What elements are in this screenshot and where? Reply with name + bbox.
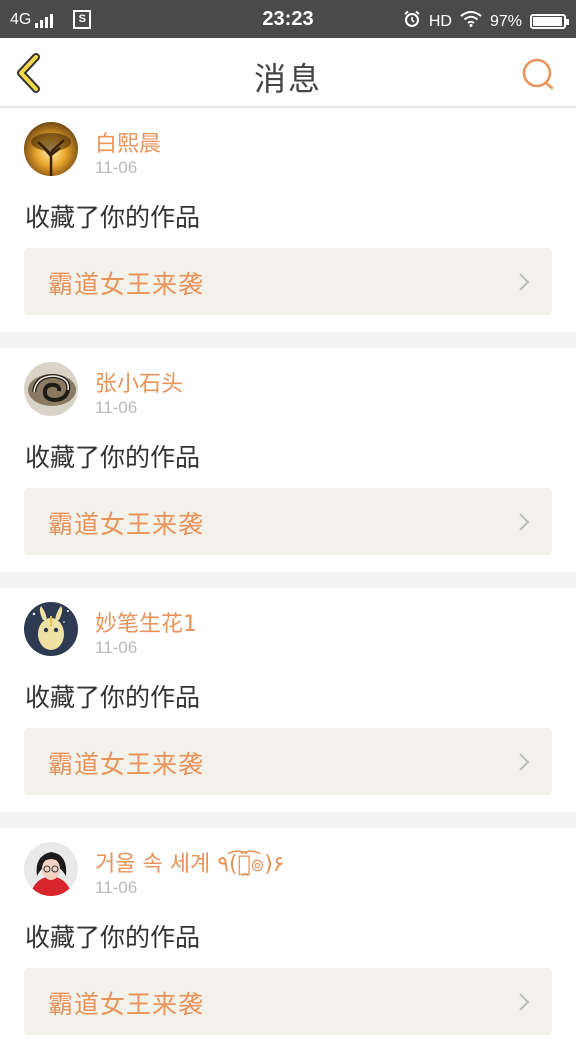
alarm-icon xyxy=(403,10,421,33)
work-link[interactable]: 霸道女王来袭 xyxy=(24,488,552,555)
chevron-right-icon xyxy=(519,273,530,291)
username[interactable]: 张小石头 xyxy=(95,366,183,398)
avatar[interactable] xyxy=(24,362,78,416)
chevron-right-icon xyxy=(519,993,530,1011)
message-list: 白熙晨 11-06 收藏了你的作品 霸道女王来袭 张小石头 11-06 收藏了你… xyxy=(0,108,576,1052)
avatar[interactable] xyxy=(24,122,78,176)
cartoon-avatar-icon xyxy=(24,602,78,656)
message-item[interactable]: 白熙晨 11-06 收藏了你的作品 霸道女王来袭 xyxy=(0,108,576,332)
work-title: 霸道女王来袭 xyxy=(48,990,205,1019)
status-right: HD 97% xyxy=(395,10,569,33)
battery-icon xyxy=(530,14,569,29)
divider xyxy=(0,332,576,348)
action-text: 收藏了你的作品 xyxy=(25,203,201,232)
girl-avatar-icon xyxy=(24,842,78,896)
message-date: 11-06 xyxy=(95,638,138,657)
page-title: 消息 xyxy=(253,60,322,98)
action-text: 收藏了你的作品 xyxy=(25,683,201,712)
divider xyxy=(0,572,576,588)
battery-percent: 97% xyxy=(489,12,522,30)
chevron-right-icon xyxy=(519,753,530,771)
search-icon xyxy=(522,58,554,90)
action-text: 收藏了你的作品 xyxy=(25,443,201,472)
message-item[interactable]: 妙笔生花1 11-06 收藏了你的作品 霸道女王来袭 xyxy=(0,588,576,812)
chevron-right-icon xyxy=(519,513,530,531)
work-link[interactable]: 霸道女王来袭 xyxy=(24,728,552,795)
battery-fill xyxy=(533,17,563,26)
work-link[interactable]: 霸道女王来袭 xyxy=(24,968,552,1035)
search-button[interactable] xyxy=(520,56,556,92)
avatar[interactable] xyxy=(24,602,78,656)
work-link[interactable]: 霸道女王来袭 xyxy=(24,248,552,315)
status-bar: 4G S 23:23 HD 97% xyxy=(0,0,576,38)
swirl-avatar-icon xyxy=(24,362,78,416)
divider xyxy=(0,812,576,828)
username[interactable]: 거울 속 세계 ٩(͡๏̯͡๏)۶ xyxy=(95,846,285,881)
wifi-icon xyxy=(460,11,482,32)
nav-bar: 消息 xyxy=(0,38,576,108)
hd-label: HD xyxy=(428,12,452,30)
tree-sunset-avatar-icon xyxy=(24,122,78,176)
avatar[interactable] xyxy=(24,842,78,896)
username[interactable]: 妙笔生花1 xyxy=(95,606,197,638)
work-title: 霸道女王来袭 xyxy=(48,750,205,779)
message-date: 11-06 xyxy=(95,398,138,417)
message-item[interactable]: 거울 속 세계 ٩(͡๏̯͡๏)۶ 11-06 收藏了你的作品 霸道女王来袭 xyxy=(0,828,576,1052)
message-item[interactable]: 张小石头 11-06 收藏了你的作品 霸道女王来袭 xyxy=(0,348,576,572)
work-title: 霸道女王来袭 xyxy=(48,270,205,299)
message-date: 11-06 xyxy=(95,158,138,177)
work-title: 霸道女王来袭 xyxy=(48,510,205,539)
message-date: 11-06 xyxy=(95,878,138,897)
username[interactable]: 白熙晨 xyxy=(95,126,161,158)
action-text: 收藏了你的作品 xyxy=(25,923,201,952)
